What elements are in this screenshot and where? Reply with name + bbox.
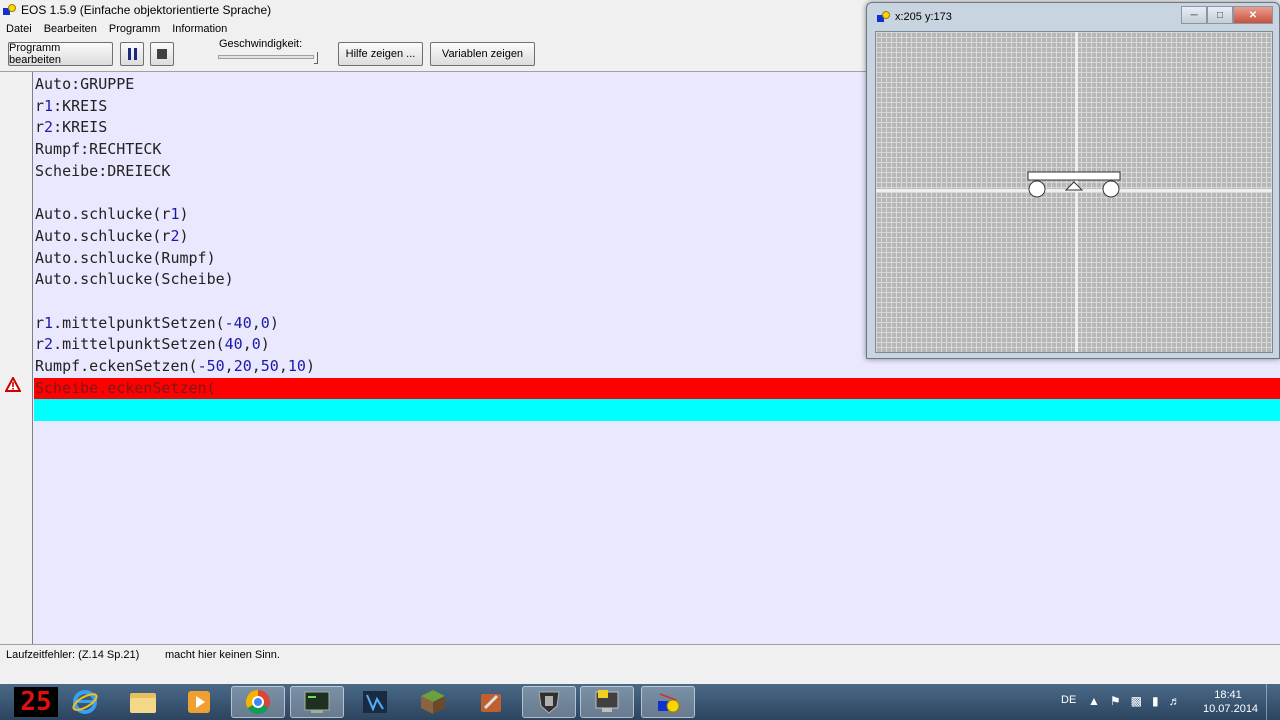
code-line-text: Rumpf.eckenSetzen(-50,20,50,10)	[35, 356, 315, 375]
show-desktop-button[interactable]	[1266, 684, 1280, 720]
tray-language[interactable]: DE	[1061, 694, 1076, 706]
tray-flag-icon[interactable]: ⚑	[1110, 694, 1121, 708]
code-line-text: Auto.schlucke(Rumpf)	[35, 248, 216, 267]
code-line-text: r1.mittelpunktSetzen(-40,0)	[35, 313, 279, 332]
tray-expand-icon[interactable]: ▲	[1088, 694, 1100, 708]
stop-button[interactable]	[150, 42, 174, 66]
folder-icon	[130, 693, 156, 713]
car-drawing	[1027, 171, 1121, 198]
close-icon: ✕	[1248, 9, 1258, 21]
stop-icon	[157, 49, 167, 59]
media-player-icon	[188, 691, 210, 713]
eos-main-window: EOS 1.5.9 (Einfache objektorientierte Sp…	[0, 0, 1280, 684]
minimize-button[interactable]: ─	[1181, 6, 1207, 24]
car-wheel-right	[1102, 180, 1120, 198]
code-line-text: Rumpf:RECHTECK	[35, 140, 162, 159]
internet-explorer-icon	[72, 690, 98, 714]
edit-program-button[interactable]: Programm bearbeiten	[8, 42, 113, 66]
menu-datei[interactable]: Datei	[0, 23, 38, 35]
tray-clock[interactable]: 18:41 10.07.2014	[1203, 688, 1259, 716]
code-line-text: Auto.schlucke(r2)	[35, 226, 189, 245]
pause-icon	[127, 48, 137, 60]
taskbar-internet-explorer[interactable]	[58, 686, 112, 718]
taskbar-terminal[interactable]	[290, 686, 344, 718]
drawing-canvas[interactable]	[875, 31, 1273, 353]
canvas-window: x:205 y:173 ─ □ ✕	[866, 2, 1280, 359]
taskbar-app-tools[interactable]	[464, 686, 518, 718]
code-line[interactable]: Rumpf.eckenSetzen(-50,20,50,10)	[34, 356, 1280, 378]
car-window-triangle	[1064, 181, 1084, 191]
menu-programm[interactable]: Programm	[103, 23, 166, 35]
pause-button[interactable]	[120, 42, 144, 66]
show-variables-button[interactable]: Variablen zeigen	[430, 42, 535, 66]
menu-information[interactable]: Information	[166, 23, 233, 35]
code-line-text: Auto:GRUPPE	[35, 75, 135, 93]
menu-bearbeiten[interactable]: Bearbeiten	[38, 23, 103, 35]
taskbar-eos[interactable]	[641, 686, 695, 718]
taskbar-world-of-tanks[interactable]	[522, 686, 576, 718]
taskbar-chrome[interactable]	[231, 686, 285, 718]
taskbar-minecraft[interactable]	[406, 686, 460, 718]
taskbar-file-explorer[interactable]	[116, 686, 170, 718]
tray-network-icon[interactable]: ▮	[1152, 694, 1159, 708]
speed-slider[interactable]	[216, 51, 320, 65]
taskbar-game-a[interactable]	[348, 686, 402, 718]
speed-slider-track	[218, 55, 314, 59]
tray-volume-icon[interactable]: ♬	[1169, 694, 1181, 708]
code-line-text: Scheibe.eckenSetzen(	[35, 378, 216, 397]
code-line-text: r2:KREIS	[35, 118, 108, 137]
clock-time: 18:41	[1214, 689, 1242, 701]
clock-date: 10.07.2014	[1203, 703, 1259, 715]
tray-device-icon[interactable]: ▩	[1131, 694, 1142, 708]
error-warning-icon	[5, 377, 21, 392]
car-body-rect	[1027, 171, 1121, 181]
editor-gutter	[0, 72, 33, 645]
code-line-text: Auto.schlucke(Scheibe)	[35, 270, 234, 289]
runtime-error-location: Laufzeitfehler: (Z.14 Sp.21)	[6, 649, 140, 661]
show-help-button[interactable]: Hilfe zeigen ...	[338, 42, 423, 66]
car-wheel-left	[1028, 180, 1046, 198]
code-line-text: Scheibe:DREIECK	[35, 161, 171, 180]
tanks-icon	[538, 691, 560, 714]
game-b-icon	[595, 690, 619, 712]
taskbar-media-player[interactable]	[172, 686, 226, 718]
canvas-app-icon	[877, 10, 891, 24]
taskbar: 25 DE ▲ ⚑ ▩ ▮ ♬ 18:41 10.07.2014	[0, 684, 1280, 720]
taskbar-game-b[interactable]	[580, 686, 634, 718]
canvas-window-controls: ─ □ ✕	[1181, 6, 1273, 24]
minimize-icon: ─	[1190, 9, 1198, 21]
code-line-text: Auto.schlucke(r1)	[35, 205, 189, 224]
terminal-icon	[304, 691, 330, 713]
speed-slider-thumb[interactable]	[314, 52, 318, 64]
eos-app-icon	[3, 3, 17, 17]
tools-icon	[481, 694, 501, 712]
runtime-error-message: macht hier keinen Sinn.	[165, 649, 280, 661]
tray-icons: ▲ ⚑ ▩ ▮ ♬	[1088, 694, 1181, 708]
speed-label: Geschwindigkeit:	[219, 38, 303, 50]
canvas-title-bar[interactable]: x:205 y:173 ─ □ ✕	[867, 3, 1279, 31]
close-button[interactable]: ✕	[1233, 6, 1273, 24]
maximize-button[interactable]: □	[1207, 6, 1233, 24]
code-line-current[interactable]	[34, 399, 1280, 421]
episode-counter: 25	[14, 687, 58, 717]
minecraft-icon	[421, 690, 445, 714]
status-bar: Laufzeitfehler: (Z.14 Sp.21) macht hier …	[0, 644, 1280, 684]
chrome-icon	[245, 690, 270, 715]
cursor-coordinates: x:205 y:173	[895, 11, 952, 23]
eos-taskbar-icon	[658, 693, 680, 713]
game-a-icon	[363, 691, 387, 713]
code-line-text: r1:KREIS	[35, 96, 108, 115]
code-line-error[interactable]: Scheibe.eckenSetzen(	[34, 377, 1280, 400]
window-title: EOS 1.5.9 (Einfache objektorientierte Sp…	[21, 3, 272, 17]
code-line-text: r2.mittelpunktSetzen(40,0)	[35, 335, 270, 354]
maximize-icon: □	[1216, 9, 1224, 21]
